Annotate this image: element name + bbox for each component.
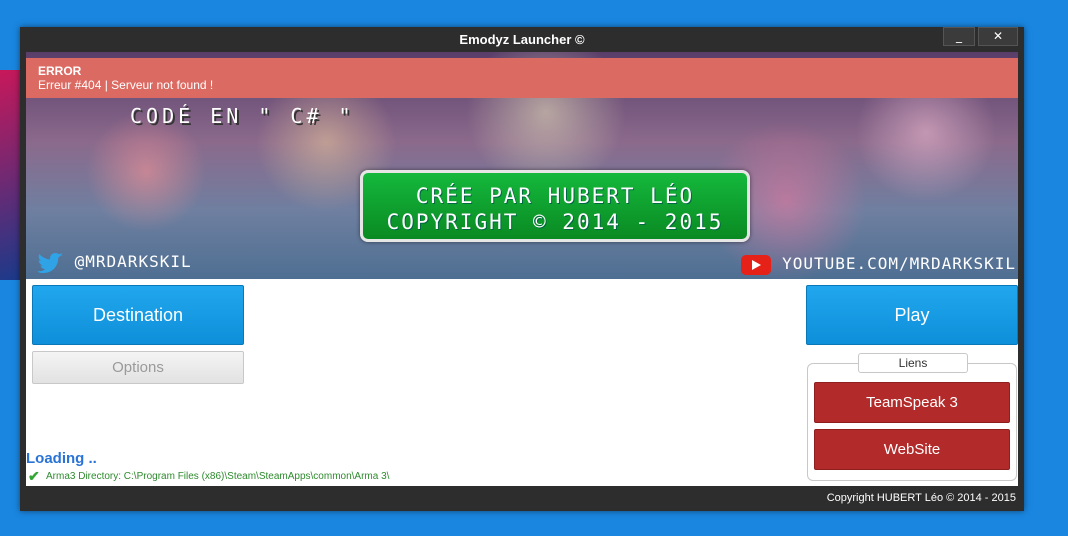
play-button[interactable]: Play [806,285,1018,345]
loading-status: Loading .. [26,450,97,467]
directory-text: Arma3 Directory: C:\Program Files (x86)\… [46,471,390,482]
desktop-wallpaper-text [0,350,22,420]
twitter-handle: @MRDARKSKIL [36,252,192,273]
banner-coded-text: CODÉ EN " C# " [130,104,355,128]
website-button[interactable]: WebSite [814,429,1010,470]
error-message: Erreur #404 | Serveur not found ! [38,78,214,92]
desktop-wallpaper-fragment [0,70,22,280]
destination-button[interactable]: Destination [32,285,244,345]
close-button[interactable]: ✕ [978,27,1018,46]
footer-copyright: Copyright HUBERT Léo © 2014 - 2015 [826,492,1016,504]
teamspeak-button[interactable]: TeamSpeak 3 [814,382,1010,423]
youtube-link: YOUTUBE.COM/MRDARKSKIL [741,254,1016,275]
checkmark-icon: ✔ [28,468,40,484]
youtube-icon [741,254,772,275]
error-title: ERROR [38,64,82,78]
error-banner: ERROR Erreur #404 | Serveur not found ! [26,58,1018,98]
window-title: Emodyz Launcher © [459,32,585,47]
links-group: Liens TeamSpeak 3 WebSite [807,353,1017,481]
minimize-button[interactable]: _ [943,27,975,46]
credit-line-2: COPYRIGHT © 2014 - 2015 [386,210,724,234]
options-button[interactable]: Options [32,351,244,384]
credit-line-1: CRÉE PAR HUBERT LÉO [415,184,695,208]
client-area: CODÉ EN " C# " CRÉE PAR HUBERT LÉO COPYR… [26,52,1018,486]
launcher-window: Emodyz Launcher © _ ✕ CODÉ EN " C# " CRÉ… [20,27,1024,511]
links-group-title: Liens [858,353,968,373]
youtube-label: YOUTUBE.COM/MRDARKSKIL [782,254,1016,273]
twitter-label: @MRDARKSKIL [74,252,192,271]
directory-status: ✔ Arma3 Directory: C:\Program Files (x86)… [28,468,389,485]
credit-box: CRÉE PAR HUBERT LÉO COPYRIGHT © 2014 - 2… [360,170,750,242]
twitter-icon [36,252,64,273]
